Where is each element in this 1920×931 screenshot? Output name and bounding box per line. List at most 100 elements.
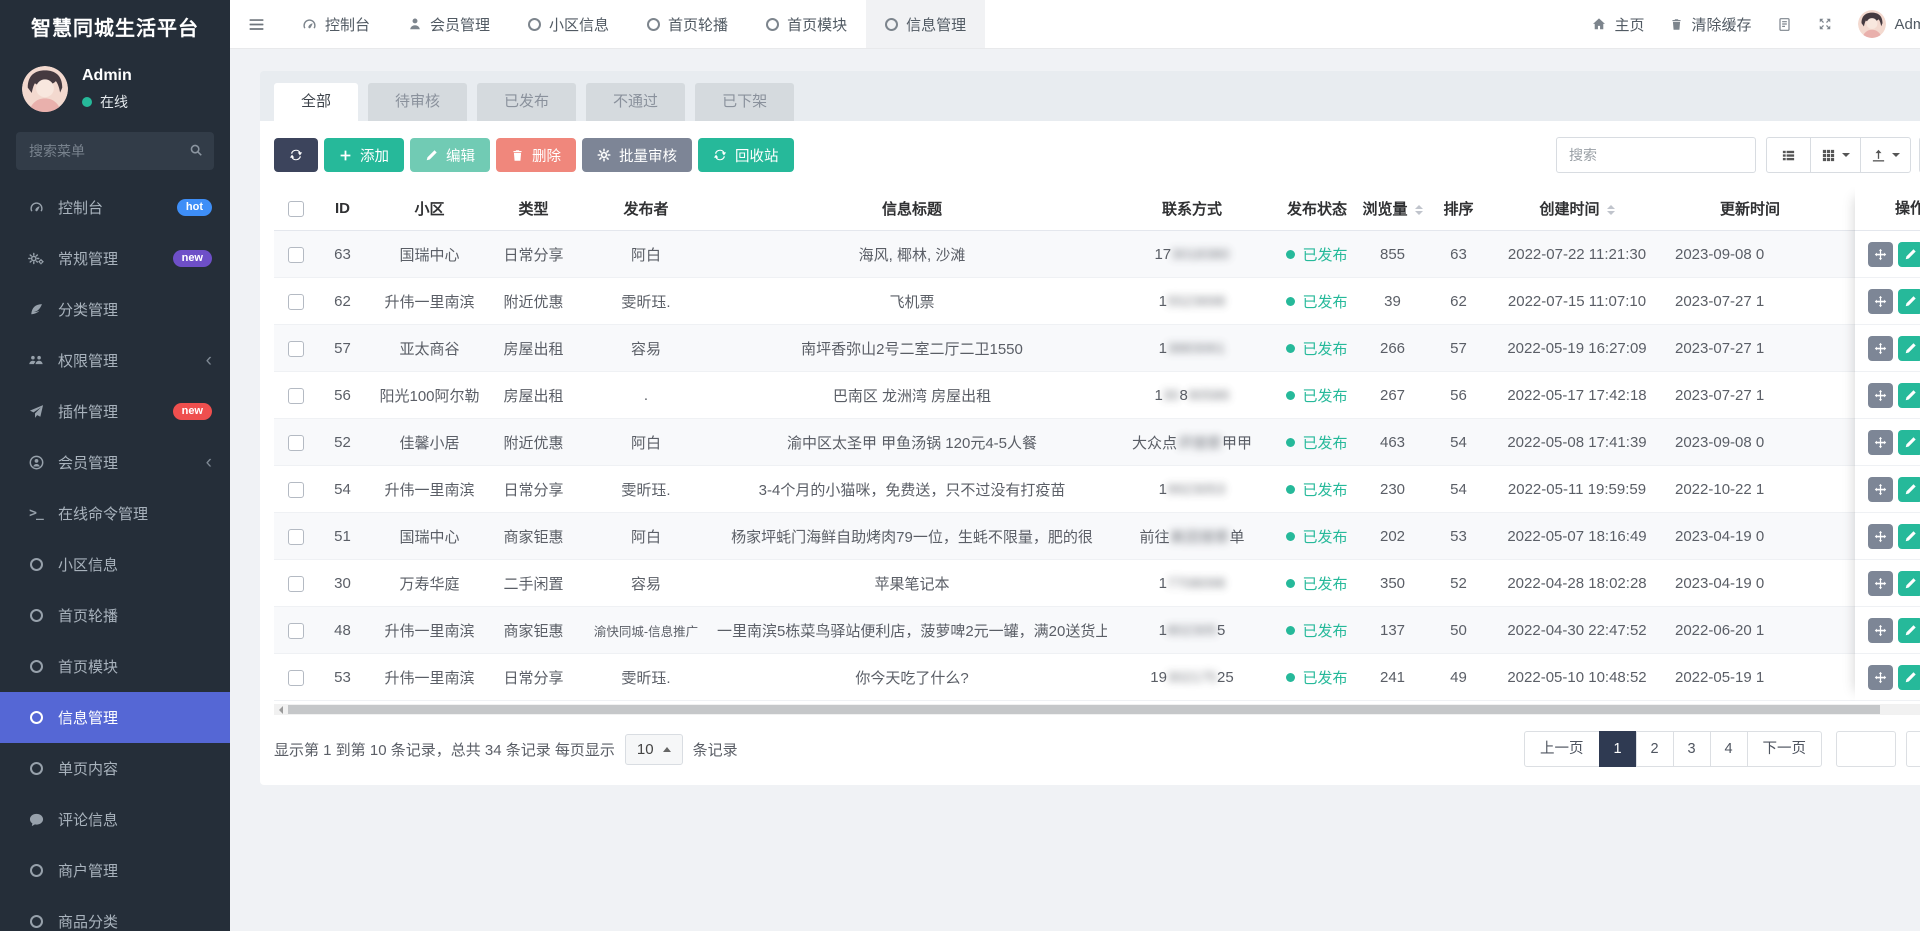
row-edit-button[interactable] <box>1898 289 1920 314</box>
row-move-button[interactable] <box>1868 242 1893 267</box>
circle-icon <box>23 660 49 673</box>
detail-view-button[interactable] <box>1766 137 1811 173</box>
row-edit-button[interactable] <box>1898 524 1920 549</box>
sidebar-item-5[interactable]: 插件管理new <box>0 386 230 437</box>
navbar-user[interactable]: Admin <box>1858 10 1920 38</box>
topnav-tab-2[interactable]: 会员管理 <box>389 0 509 48</box>
scrollbar-thumb[interactable] <box>288 705 1880 714</box>
delete-button[interactable]: 删除 <box>496 138 576 172</box>
row-checkbox[interactable] <box>288 341 304 357</box>
recycle-bin-button[interactable]: 回收站 <box>698 138 794 172</box>
language-doc-button[interactable] <box>1777 17 1792 32</box>
cell-sort: 52 <box>1428 560 1489 607</box>
row-move-button[interactable] <box>1868 524 1893 549</box>
edit-button[interactable]: 编辑 <box>410 138 490 172</box>
sidebar-item-6[interactable]: 会员管理‹ <box>0 437 230 488</box>
pagination-page-3[interactable]: 3 <box>1673 731 1711 767</box>
scrollbar-left-arrow[interactable] <box>274 704 287 715</box>
topnav-tab-3[interactable]: 小区信息 <box>509 0 628 48</box>
sidebar-item-9[interactable]: 首页轮播 <box>0 590 230 641</box>
sidebar-search-input[interactable] <box>16 132 214 170</box>
pagination-page-2[interactable]: 2 <box>1636 731 1674 767</box>
filter-tab-5[interactable]: 已下架 <box>695 83 794 121</box>
row-edit-button[interactable] <box>1898 383 1920 408</box>
column-header-title: 信息标题 <box>717 187 1107 231</box>
table-search-input[interactable] <box>1556 137 1756 173</box>
sidebar-item-12[interactable]: 单页内容 <box>0 743 230 794</box>
sidebar-item-4[interactable]: 权限管理‹ <box>0 335 230 386</box>
row-checkbox[interactable] <box>288 435 304 451</box>
add-button[interactable]: 添加 <box>324 138 404 172</box>
row-checkbox[interactable] <box>288 576 304 592</box>
clear-cache-link[interactable]: 清除缓存 <box>1670 14 1751 35</box>
export-button[interactable] <box>1860 137 1911 173</box>
select-all-checkbox[interactable] <box>288 201 304 217</box>
filter-tab-label: 已下架 <box>722 93 767 110</box>
row-edit-button[interactable] <box>1898 242 1920 267</box>
column-header-views[interactable]: 浏览量 <box>1357 187 1428 231</box>
row-move-button[interactable] <box>1868 665 1893 690</box>
row-move-button[interactable] <box>1868 618 1893 643</box>
page-jump-button[interactable]: 跳转 <box>1906 731 1920 767</box>
pagination-next[interactable]: 下一页 <box>1747 731 1823 767</box>
row-checkbox[interactable] <box>288 388 304 404</box>
topnav-tabs: 控制台会员管理小区信息 首页轮播首页模块信息管理 <box>283 0 985 48</box>
row-checkbox[interactable] <box>288 247 304 263</box>
user-avatar[interactable] <box>22 66 68 112</box>
sidebar-item-1[interactable]: 控制台hot <box>0 182 230 233</box>
refresh-button[interactable] <box>274 138 318 172</box>
row-edit-button[interactable] <box>1898 336 1920 361</box>
page-size-select[interactable]: 10 <box>625 734 683 765</box>
row-checkbox[interactable] <box>288 623 304 639</box>
sidebar-item-7[interactable]: >_在线命令管理 <box>0 488 230 539</box>
row-checkbox[interactable] <box>288 482 304 498</box>
batch-audit-button[interactable]: 批量审核 <box>582 138 692 172</box>
sidebar-item-11[interactable]: 信息管理 <box>0 692 230 743</box>
pagination-page-1[interactable]: 1 <box>1599 731 1637 767</box>
row-checkbox[interactable] <box>288 294 304 310</box>
filter-tab-3[interactable]: 已发布 <box>477 83 576 121</box>
sidebar-item-15[interactable]: 商品分类 <box>0 896 230 931</box>
row-move-button[interactable] <box>1868 289 1893 314</box>
topnav-tab-1[interactable]: 控制台 <box>283 0 389 48</box>
row-move-button[interactable] <box>1868 430 1893 455</box>
topnav-tab-6[interactable]: 信息管理 <box>866 0 985 48</box>
nav-home-link[interactable]: 主页 <box>1592 14 1644 35</box>
fullscreen-toggle[interactable] <box>1818 17 1832 31</box>
row-checkbox[interactable] <box>288 670 304 686</box>
row-edit-button[interactable] <box>1898 665 1920 690</box>
sidebar-item-2[interactable]: 常规管理new <box>0 233 230 284</box>
sidebar-item-14[interactable]: 商户管理 <box>0 845 230 896</box>
topnav-tab-4[interactable]: 首页轮播 <box>628 0 747 48</box>
sidebar-item-13[interactable]: 评论信息 <box>0 794 230 845</box>
filter-tab-4[interactable]: 不通过 <box>586 83 685 121</box>
row-edit-button[interactable] <box>1898 477 1920 502</box>
sidebar-item-8[interactable]: 小区信息 <box>0 539 230 590</box>
row-actions-7 <box>1855 513 1920 560</box>
sidebar-item-10[interactable]: 首页模块 <box>0 641 230 692</box>
column-header-created[interactable]: 创建时间 <box>1489 187 1665 231</box>
user-icon <box>408 17 422 31</box>
row-move-button[interactable] <box>1868 477 1893 502</box>
sidebar-item-3[interactable]: 分类管理 <box>0 284 230 335</box>
topnav-tab-5[interactable]: 首页模块 <box>747 0 866 48</box>
row-move-button[interactable] <box>1868 336 1893 361</box>
cell-created: 2022-04-28 18:02:28 <box>1489 560 1665 607</box>
columns-toggle-button[interactable] <box>1810 137 1861 173</box>
row-edit-button[interactable] <box>1898 430 1920 455</box>
page-jump-input[interactable] <box>1836 731 1896 767</box>
button-label: 删除 <box>532 145 561 166</box>
row-checkbox[interactable] <box>288 529 304 545</box>
sidebar-toggle-icon[interactable] <box>230 0 283 48</box>
row-move-button[interactable] <box>1868 571 1893 596</box>
pagination-page-4[interactable]: 4 <box>1710 731 1748 767</box>
row-move-button[interactable] <box>1868 383 1893 408</box>
pagination-prev[interactable]: 上一页 <box>1524 731 1600 767</box>
filter-tab-2[interactable]: 待审核 <box>368 83 467 121</box>
filter-tab-1[interactable]: 全部 <box>274 83 358 121</box>
horizontal-scrollbar[interactable] <box>274 704 1920 715</box>
cell-select <box>274 607 318 654</box>
topnav-tab-label: 首页轮播 <box>668 14 728 35</box>
row-edit-button[interactable] <box>1898 571 1920 596</box>
row-edit-button[interactable] <box>1898 618 1920 643</box>
